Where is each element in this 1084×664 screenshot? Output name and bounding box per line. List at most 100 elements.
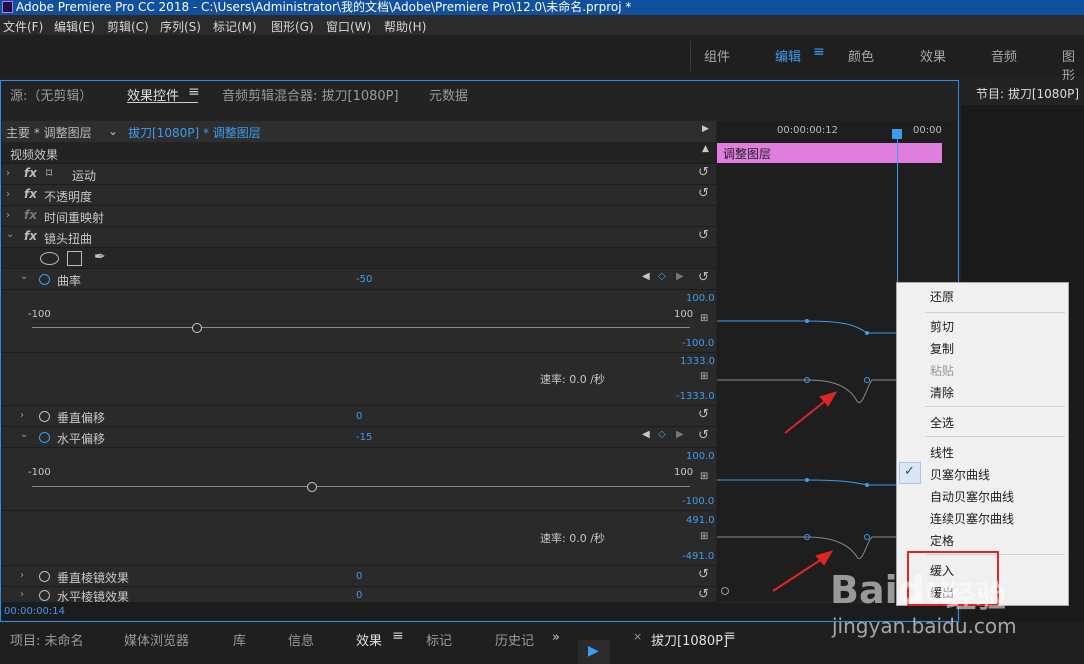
- horizontal-prism-value[interactable]: 0: [356, 590, 362, 601]
- workspace-editing[interactable]: 编辑: [775, 46, 801, 65]
- effect-row-motion[interactable]: › fx ⌑ 运动 ↺: [2, 164, 716, 185]
- menu-help[interactable]: 帮助(H): [384, 18, 426, 35]
- stopwatch-icon[interactable]: [39, 411, 50, 422]
- tab-sequence[interactable]: 拔刀[1080P]: [651, 630, 728, 649]
- vertical-prism-value[interactable]: 0: [356, 571, 362, 582]
- tab-media-browser[interactable]: 媒体浏览器: [124, 630, 189, 649]
- rectangle-mask-icon[interactable]: [67, 251, 82, 266]
- stopwatch-icon[interactable]: [39, 590, 50, 601]
- ellipse-mask-icon[interactable]: [40, 252, 59, 265]
- menu-window[interactable]: 窗口(W): [326, 18, 371, 35]
- panel-menu-icon[interactable]: ≡: [392, 628, 404, 644]
- prev-keyframe-icon[interactable]: ◀: [642, 429, 650, 440]
- reset-icon[interactable]: ↺: [698, 428, 709, 443]
- menu-edit[interactable]: 编辑(E): [54, 18, 95, 35]
- workspace-assembly[interactable]: 组件: [704, 46, 730, 65]
- sequence-clip-label[interactable]: 拔刀[1080P] * 调整图层: [128, 124, 261, 141]
- add-keyframe-icon[interactable]: ◇: [658, 271, 666, 282]
- reset-icon[interactable]: ↺: [698, 587, 709, 602]
- selection-tool-button[interactable]: ▶: [578, 640, 610, 664]
- curvature-slider-track[interactable]: [32, 327, 690, 328]
- menu-clip[interactable]: 剪辑(C): [107, 18, 149, 35]
- add-keyframe-icon[interactable]: ◇: [658, 429, 666, 440]
- tab-history[interactable]: 历史记: [495, 630, 534, 649]
- reset-icon[interactable]: ↺: [698, 567, 709, 582]
- curvature-slider-knob[interactable]: [191, 323, 202, 333]
- play-only-icon[interactable]: ▶: [702, 124, 709, 134]
- stopwatch-icon[interactable]: [39, 571, 50, 582]
- menu-item-auto-bezier[interactable]: 自动贝塞尔曲线: [930, 488, 1014, 505]
- menu-graphics[interactable]: 图形(G): [271, 18, 314, 35]
- close-tab-icon[interactable]: ×: [633, 630, 642, 643]
- graph-scale-icon[interactable]: ⊞: [700, 471, 708, 482]
- chevron-down-icon[interactable]: ⌄: [108, 124, 118, 138]
- expand-chevron-icon[interactable]: ›: [20, 570, 24, 581]
- zoom-handle-icon[interactable]: [721, 587, 729, 595]
- collapse-up-icon[interactable]: ▲: [702, 144, 709, 154]
- reset-icon[interactable]: ↺: [698, 165, 709, 180]
- expand-chevron-icon[interactable]: ›: [6, 210, 10, 221]
- graph-scale-icon[interactable]: ⊞: [700, 531, 708, 542]
- current-timecode[interactable]: 00:00:00:14: [4, 606, 65, 617]
- collapse-chevron-icon[interactable]: ⌄: [20, 429, 28, 440]
- menu-item-clear[interactable]: 清除: [930, 384, 954, 401]
- pen-mask-icon[interactable]: ✒: [94, 249, 106, 265]
- reset-icon[interactable]: ↺: [698, 228, 709, 243]
- expand-chevron-icon[interactable]: ›: [20, 410, 24, 421]
- property-row-horizontal-prism[interactable]: › 水平棱镜效果 0 ↺: [2, 587, 716, 603]
- workspace-audio[interactable]: 音频: [991, 46, 1017, 65]
- expand-chevron-icon[interactable]: ›: [20, 589, 24, 600]
- graph-scale-icon[interactable]: ⊞: [700, 371, 708, 382]
- collapse-chevron-icon[interactable]: ⌄: [20, 271, 28, 282]
- graph-scale-icon[interactable]: ⊞: [700, 313, 708, 324]
- fx-icon[interactable]: fx: [24, 187, 37, 201]
- stopwatch-icon[interactable]: [39, 432, 50, 443]
- property-row-horizontal-offset[interactable]: ⌄ 水平偏移 -15 ◀ ◇ ▶ ↺: [2, 427, 716, 448]
- tab-source[interactable]: 源:（无剪辑）: [10, 85, 92, 104]
- stopwatch-icon[interactable]: [39, 274, 50, 285]
- next-keyframe-icon[interactable]: ▶: [676, 429, 684, 440]
- overflow-chevron-icon[interactable]: »: [552, 630, 560, 645]
- workspace-effects[interactable]: 效果: [920, 46, 946, 65]
- property-row-curvature[interactable]: ⌄ 曲率 -50 ◀ ◇ ▶ ↺: [2, 269, 716, 290]
- horizontal-offset-value[interactable]: -15: [356, 432, 372, 443]
- tab-markers[interactable]: 标记: [426, 630, 452, 649]
- vertical-offset-value[interactable]: 0: [356, 411, 362, 422]
- reset-icon[interactable]: ↺: [698, 270, 709, 285]
- expand-chevron-icon[interactable]: ›: [6, 189, 10, 200]
- tab-effects[interactable]: 效果: [356, 630, 382, 649]
- property-row-vertical-prism[interactable]: › 垂直棱镜效果 0 ↺: [2, 566, 716, 587]
- menu-item-hold[interactable]: 定格: [930, 532, 954, 549]
- tab-libraries[interactable]: 库: [233, 630, 246, 649]
- effect-row-time-remap[interactable]: › fx 时间重映射: [2, 206, 716, 227]
- transform-box-icon[interactable]: ⌑: [46, 166, 52, 180]
- menu-marker[interactable]: 标记(M): [213, 18, 257, 35]
- panel-menu-icon[interactable]: ≡: [724, 628, 736, 644]
- menu-sequence[interactable]: 序列(S): [160, 18, 201, 35]
- workspace-menu-icon[interactable]: ≡: [813, 44, 825, 60]
- menu-item-continuous-bezier[interactable]: 连续贝塞尔曲线: [930, 510, 1014, 527]
- effect-row-lens-distortion[interactable]: ⌄ fx 镜头扭曲 ↺: [2, 227, 716, 248]
- curvature-value[interactable]: -50: [356, 274, 372, 285]
- fx-icon[interactable]: fx: [24, 229, 37, 243]
- program-monitor-title[interactable]: 节目: 拔刀[1080P]: [976, 85, 1079, 102]
- workspace-graphics[interactable]: 图形: [1062, 46, 1084, 84]
- menu-item-bezier[interactable]: 贝塞尔曲线: [930, 466, 990, 483]
- menu-file[interactable]: 文件(F): [3, 18, 43, 35]
- menu-item-select-all[interactable]: 全选: [930, 414, 954, 431]
- next-keyframe-icon[interactable]: ▶: [676, 271, 684, 282]
- expand-chevron-icon[interactable]: ›: [6, 168, 10, 179]
- horizontal-offset-slider-track[interactable]: [32, 486, 690, 487]
- horizontal-offset-slider-knob[interactable]: [306, 482, 317, 492]
- property-row-vertical-offset[interactable]: › 垂直偏移 0 ↺: [2, 406, 716, 427]
- tab-project[interactable]: 项目: 未命名: [10, 630, 84, 649]
- workspace-color[interactable]: 颜色: [848, 46, 874, 65]
- menu-item-cut[interactable]: 剪切: [930, 318, 954, 335]
- effect-row-opacity[interactable]: › fx 不透明度 ↺: [2, 185, 716, 206]
- master-clip-label[interactable]: 主要 * 调整图层: [6, 124, 92, 141]
- collapse-chevron-icon[interactable]: ⌄: [6, 229, 14, 240]
- reset-icon[interactable]: ↺: [698, 407, 709, 422]
- tab-info[interactable]: 信息: [288, 630, 314, 649]
- menu-item-undo[interactable]: 还原: [930, 288, 954, 305]
- menu-item-linear[interactable]: 线性: [930, 444, 954, 461]
